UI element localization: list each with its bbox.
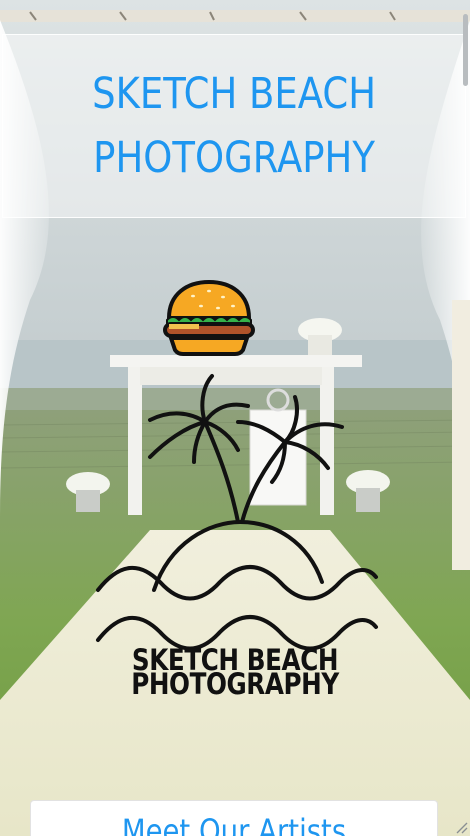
scrollbar-thumb[interactable] — [463, 14, 468, 86]
logo-wordmark: SKETCH BEACH PHOTOGRAPHY — [35, 646, 435, 701]
section-heading: Meet Our Artists — [121, 812, 347, 836]
meet-our-artists-section: Meet Our Artists — [30, 800, 438, 836]
site-header: SKETCH BEACH PHOTOGRAPHY — [2, 34, 466, 218]
site-title-link[interactable]: SKETCH BEACH PHOTOGRAPHY — [92, 62, 376, 190]
page-viewport: SKETCH BEACH PHOTOGRAPHY SKETCH BEACH PH… — [0, 0, 470, 836]
menu-toggle-button[interactable] — [163, 279, 255, 356]
site-title-line-1: SKETCH BEACH — [92, 69, 376, 119]
resize-grip-icon[interactable] — [454, 820, 468, 834]
page-scrollbar[interactable] — [460, 0, 470, 836]
site-title-line-2: PHOTOGRAPHY — [93, 133, 375, 183]
hamburger-burger-icon — [163, 279, 255, 356]
logo-wordmark-line-2: PHOTOGRAPHY — [131, 667, 339, 701]
